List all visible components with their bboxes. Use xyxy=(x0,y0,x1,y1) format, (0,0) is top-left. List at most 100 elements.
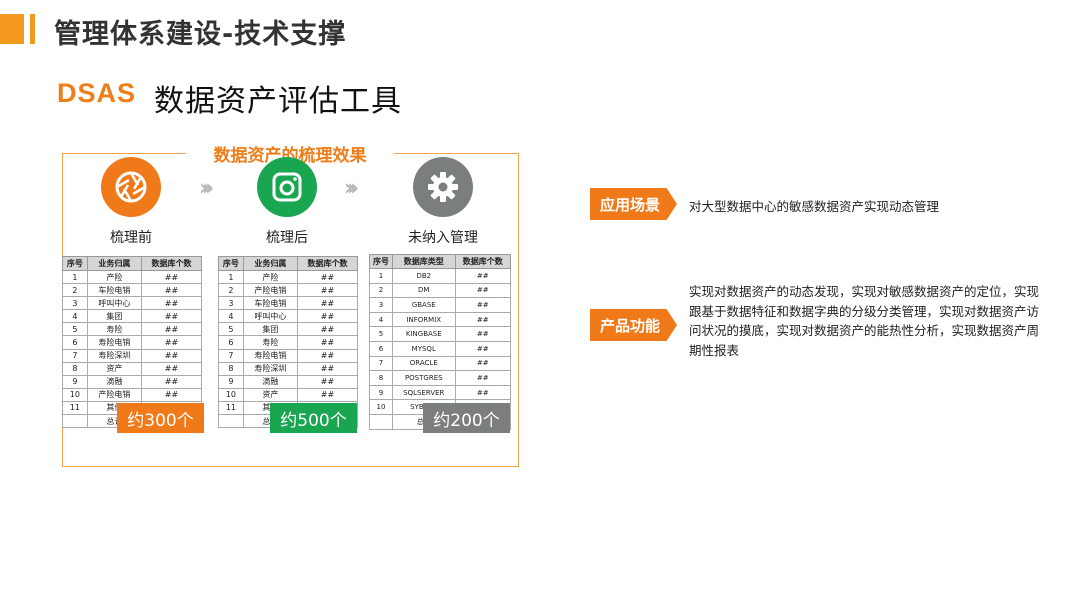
table-cell: 2 xyxy=(369,282,393,299)
header-accent-block xyxy=(0,14,24,44)
table-cell: 7 xyxy=(369,355,393,372)
table-cell: ## xyxy=(140,374,203,389)
table-cell: 2 xyxy=(62,283,88,298)
stage-before-circle xyxy=(101,157,161,217)
table-cell: ## xyxy=(140,387,203,402)
table-header-cell: 数据库个数 xyxy=(296,256,359,271)
table-row: 3 GBASE ## xyxy=(369,297,512,313)
table-cell: 6 xyxy=(218,335,244,350)
table-cell: 10 xyxy=(62,387,88,402)
table-cell: 9 xyxy=(62,374,88,389)
table-cell: 寿险电销 xyxy=(242,348,298,363)
table-cell: ## xyxy=(296,283,359,298)
camera-icon xyxy=(272,172,302,202)
table-cell: ## xyxy=(454,297,512,313)
table-row: 3 呼叫中心 ## xyxy=(62,296,203,311)
table-row: 9 滴融 ## xyxy=(62,374,203,389)
table-cell: 5 xyxy=(369,326,393,342)
application-scenario-text: 对大型数据中心的敏感数据资产实现动态管理 xyxy=(689,199,940,214)
table-header-row: 序号 业务归属 数据库个数 xyxy=(62,256,203,271)
table-cell: ## xyxy=(140,361,203,376)
table-row: 10 资产 ## xyxy=(218,387,359,402)
table-cell: ## xyxy=(140,269,203,285)
stage-unmanaged-circle xyxy=(413,157,473,217)
tag-product-function: 产品功能 xyxy=(590,309,677,341)
table-cell xyxy=(369,413,393,430)
table-cell: MYSQL xyxy=(391,340,456,357)
table-cell: ## xyxy=(454,268,512,284)
table-row: 4 INFORMIX ## xyxy=(369,311,512,328)
table-row: 8 POSTGRES ## xyxy=(369,370,512,386)
table-cell: ## xyxy=(454,326,512,342)
table-cell: 1 xyxy=(369,268,393,284)
flow-arrow-2: ››› xyxy=(344,176,359,201)
table-cell: 产险电销 xyxy=(86,387,142,402)
table-cell: 呼叫中心 xyxy=(242,309,298,324)
table-cell: 4 xyxy=(218,309,244,324)
table-cell: 产险 xyxy=(86,269,142,285)
table-cell: ## xyxy=(296,387,359,402)
table-row: 8 寿险深圳 ## xyxy=(218,361,359,376)
table-row: 5 KINGBASE ## xyxy=(369,326,512,342)
table-cell: 2 xyxy=(218,283,244,298)
table-row: 7 寿险深圳 ## xyxy=(62,348,203,363)
table-cell: 9 xyxy=(218,374,244,389)
table-header-cell: 序号 xyxy=(369,254,393,269)
table-cell: 5 xyxy=(218,322,244,337)
table-cell: 车险电销 xyxy=(86,283,142,298)
table-row: 9 SQLSERVER ## xyxy=(369,384,512,401)
stage-unmanaged-label: 未纳入管理 xyxy=(408,230,478,246)
table-cell: 10 xyxy=(218,387,244,402)
table-cell: 集团 xyxy=(242,322,298,337)
table-cell: 资产 xyxy=(86,361,142,376)
table-cell: ## xyxy=(296,296,359,311)
table-cell: 4 xyxy=(62,309,88,324)
table-row: 5 寿险 ## xyxy=(62,322,203,337)
table-cell: ## xyxy=(140,296,203,311)
table-header-cell: 数据库个数 xyxy=(454,254,512,269)
table-cell: DM xyxy=(391,282,456,299)
table-row: 4 呼叫中心 ## xyxy=(218,309,359,324)
table-header-cell: 业务归属 xyxy=(242,256,298,271)
stage-after-label: 梳理后 xyxy=(266,230,308,246)
table-row: 1 产险 ## xyxy=(62,269,203,285)
stage-before-label: 梳理前 xyxy=(110,230,152,246)
table-cell: ## xyxy=(140,322,203,337)
table-cell: 8 xyxy=(62,361,88,376)
table-cell: ## xyxy=(454,355,512,372)
table-cell: 7 xyxy=(62,348,88,363)
product-title: 数据资产评估工具 xyxy=(154,84,402,119)
table-cell: ## xyxy=(296,269,359,285)
table-cell: 车险电销 xyxy=(242,296,298,311)
table-cell: 3 xyxy=(218,296,244,311)
table-row: 3 车险电销 ## xyxy=(218,296,359,311)
table-cell xyxy=(218,414,244,429)
table-header-cell: 数据库类型 xyxy=(391,254,456,269)
count-badge-unmanaged: 约200个 xyxy=(423,403,510,433)
table-cell: 寿险深圳 xyxy=(86,348,142,363)
gear-icon xyxy=(428,172,458,202)
table-cell: ## xyxy=(454,340,512,357)
aperture-icon xyxy=(115,171,147,203)
table-cell: 产险 xyxy=(242,269,298,285)
product-function-text: 实现对数据资产的动态发现，实现对敏感数据资产的定位，实现跟基于数据特征和数据字典… xyxy=(689,284,1040,358)
table-cell: 11 xyxy=(62,400,88,416)
table-header-cell: 序号 xyxy=(62,256,88,271)
table-cell: ## xyxy=(454,311,512,328)
stage-after-circle xyxy=(257,157,317,217)
table-cell: ## xyxy=(454,384,512,401)
table-cell: 10 xyxy=(369,399,393,415)
table-row: 9 滴融 ## xyxy=(218,374,359,389)
table-cell: 1 xyxy=(62,269,88,285)
table-header-cell: 业务归属 xyxy=(86,256,142,271)
table-cell: 4 xyxy=(369,311,393,328)
table-cell: 1 xyxy=(218,269,244,285)
table-cell: GBASE xyxy=(391,297,456,313)
table-cell: 滴融 xyxy=(86,374,142,389)
table-cell: 5 xyxy=(62,322,88,337)
table-cell: ## xyxy=(454,282,512,299)
table-cell: ## xyxy=(296,335,359,350)
table-cell: 寿险 xyxy=(86,322,142,337)
table-header-row: 序号 业务归属 数据库个数 xyxy=(218,256,359,271)
table-cell: 寿险 xyxy=(242,335,298,350)
